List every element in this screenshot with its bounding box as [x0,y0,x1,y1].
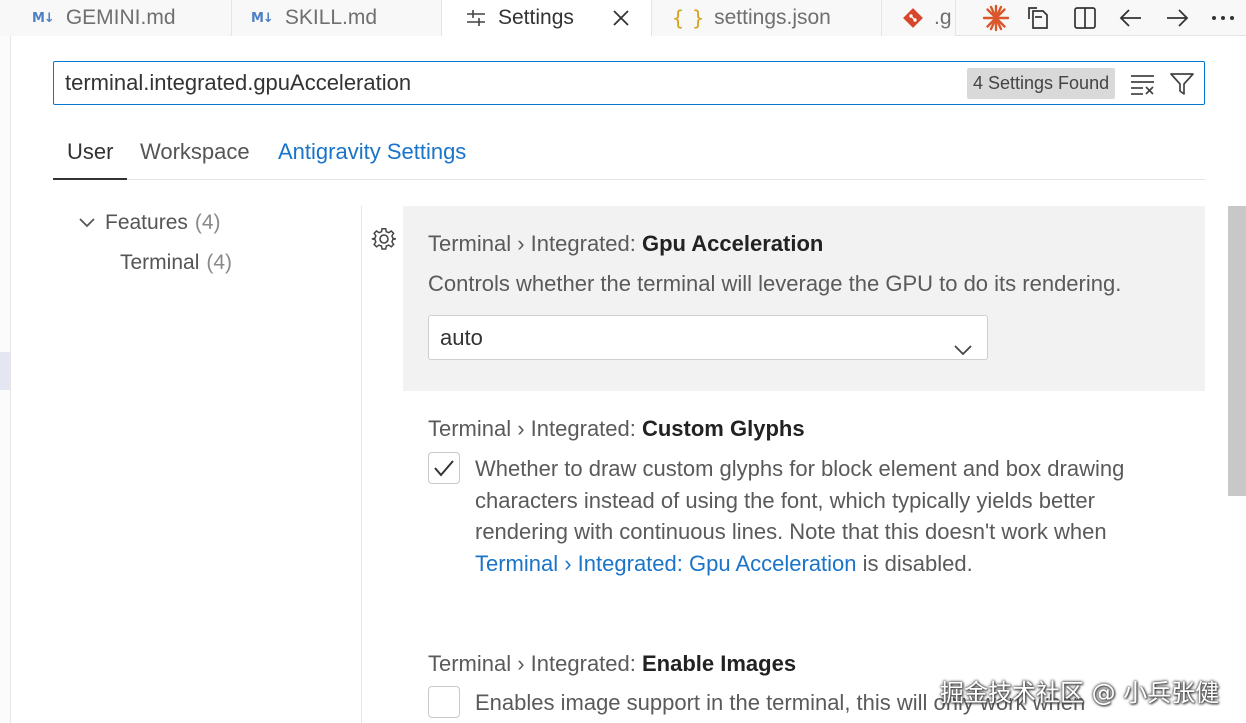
tree-item-label: Terminal [120,251,200,274]
tab-antigravity-settings[interactable]: Antigravity Settings [264,130,480,180]
vertical-scrollbar[interactable] [1228,206,1246,496]
setting-gpu-acceleration: Terminal › Integrated: Gpu Acceleration … [403,206,1205,391]
setting-category: Terminal › Integrated: [428,231,642,256]
setting-title: Terminal › Integrated: Custom Glyphs [428,416,805,442]
tab-settings-json[interactable]: { } settings.json [652,0,882,36]
description-suffix: is disabled. [856,550,973,576]
setting-name: Gpu Acceleration [641,231,824,256]
tree-item-count: (4) [206,251,233,274]
tab-git[interactable]: .g [882,0,956,36]
gear-icon[interactable] [370,225,398,253]
tab-label: GEMINI.md [65,6,176,29]
json-braces-icon: { } [672,6,704,30]
tab-settings[interactable]: Settings [442,0,652,37]
enable-images-checkbox[interactable] [428,686,460,718]
tab-label: Settings [498,6,574,29]
git-icon [902,7,924,29]
setting-link[interactable]: Terminal › Integrated: Gpu Acceleration [475,551,857,576]
tab-label: .g [934,6,952,29]
chevron-down-icon [953,328,973,371]
tab-gemini-md[interactable]: M↓ GEMINI.md [0,0,232,36]
open-changes-icon[interactable] [1016,0,1062,36]
watermark: 掘金技术社区 @ 小兵张健 [940,679,1220,707]
settings-sliders-icon [466,9,486,27]
clear-filter-icon[interactable] [1127,70,1159,98]
description-line: characters instead of using the font, wh… [475,487,1095,513]
tree-item-features[interactable]: Features (4) [78,211,221,235]
setting-title: Terminal › Integrated: Gpu Acceleration [428,231,823,257]
description-line: Whether to draw custom glyphs for block … [475,456,1125,481]
setting-description: Controls whether the terminal will lever… [428,271,1122,296]
editor-tab-bar: M↓ GEMINI.md M↓ SKILL.md Settings { } se… [0,0,1246,37]
tab-workspace[interactable]: Workspace [126,130,264,180]
setting-category: Terminal › Integrated: [428,416,642,441]
settings-search-input[interactable] [54,62,954,104]
go-forward-icon[interactable] [1154,0,1200,36]
editor-actions [976,0,1246,36]
tab-label: SKILL.md [284,6,378,29]
results-count-badge: 4 Settings Found [967,68,1116,99]
activity-edge [0,36,11,723]
tree-item-terminal[interactable]: Terminal (4) [120,251,232,275]
select-value: auto [440,325,483,350]
setting-title: Terminal › Integrated: Enable Images [428,651,796,677]
asterisk-icon[interactable] [976,0,1016,36]
setting-description: Whether to draw custom glyphs for block … [475,453,1124,579]
description-line: rendering with continuous lines. Note th… [475,519,1107,544]
tree-item-label: Features [105,211,188,234]
tab-label: settings.json [714,6,831,29]
gpu-acceleration-select[interactable]: auto [428,315,988,360]
settings-scope-tabs: User Workspace Antigravity Settings [53,130,1205,180]
setting-name: Enable Images [641,651,797,676]
close-icon[interactable] [612,9,630,27]
settings-search-box: 4 Settings Found [53,61,1205,105]
tab-user[interactable]: User [53,130,128,180]
more-actions-icon[interactable] [1200,0,1246,36]
description-line: Terminal › Integrated: Gpu Acceleration … [475,548,1124,580]
checkmark-icon [434,460,454,477]
setting-category: Terminal › Integrated: [428,651,642,676]
tab-skill-md[interactable]: M↓ SKILL.md [232,0,442,36]
tree-item-count: (4) [194,211,221,234]
filter-icon[interactable] [1166,70,1198,98]
go-back-icon[interactable] [1108,0,1154,36]
setting-custom-glyphs: Terminal › Integrated: Custom Glyphs Whe… [403,391,1205,621]
chevron-down-icon [78,217,96,229]
split-editor-icon[interactable] [1062,0,1108,36]
activity-edge-marker [0,352,10,390]
custom-glyphs-checkbox[interactable] [428,452,460,484]
markdown-icon: M↓ [32,10,55,26]
markdown-icon: M↓ [251,10,274,26]
setting-name: Custom Glyphs [641,416,805,441]
tree-divider [361,206,362,723]
